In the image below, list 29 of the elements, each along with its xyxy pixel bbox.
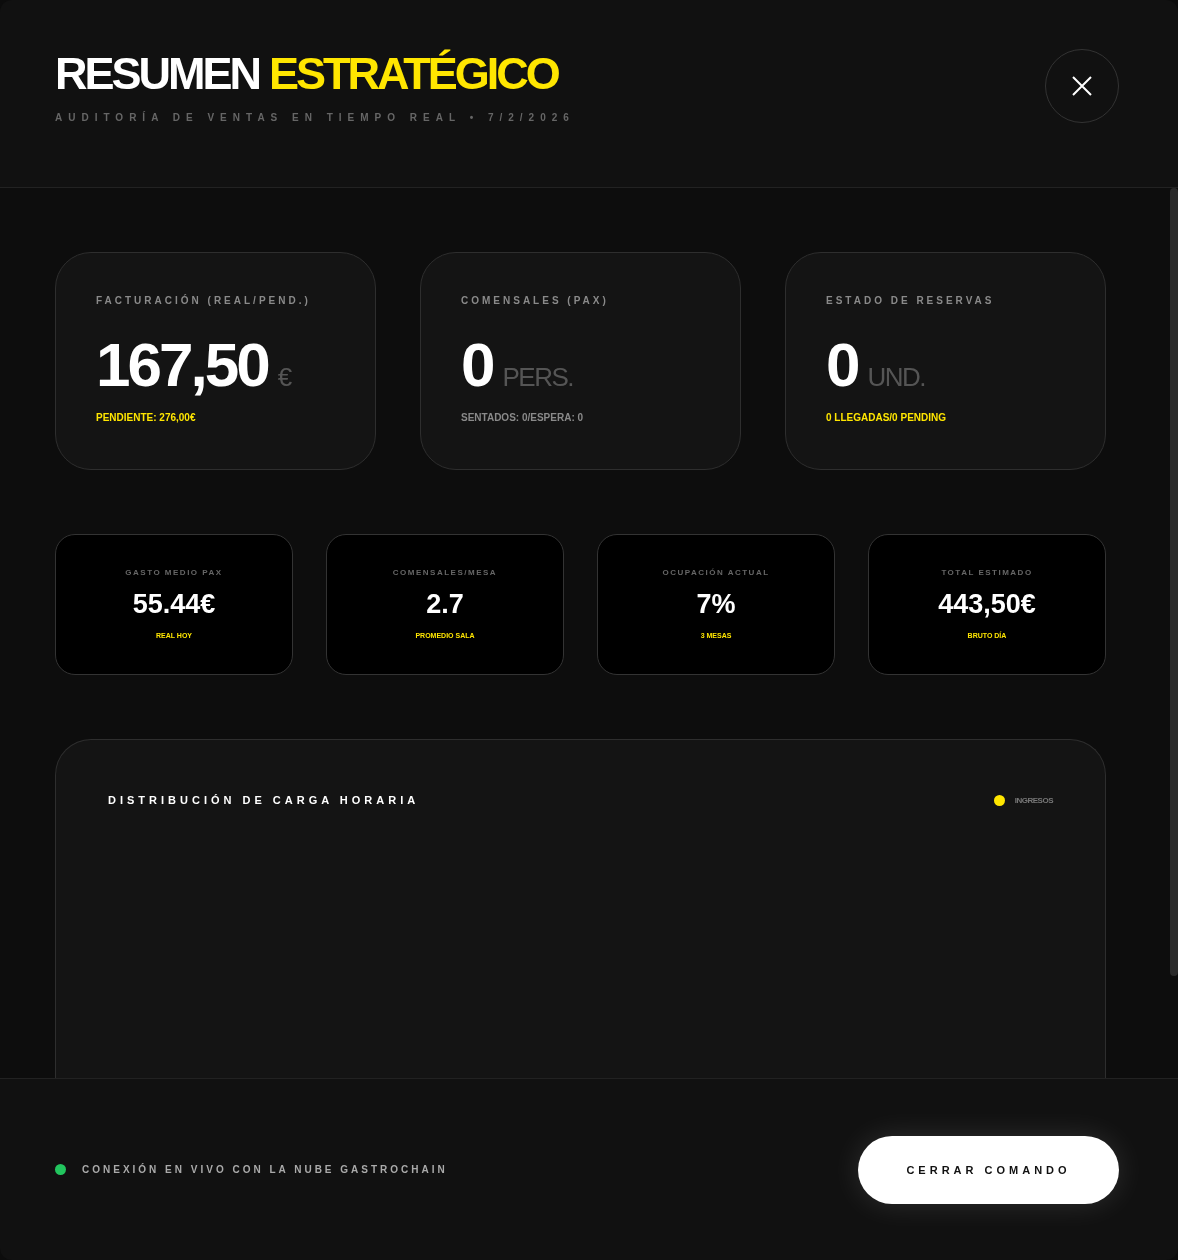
title-accent: ESTRATÉGICO: [269, 47, 558, 101]
subtitle: AUDITORÍA DE VENTAS EN TIEMPO REAL • 7/2/2026: [55, 112, 575, 123]
close-icon: [1072, 76, 1092, 96]
connection-status: CONEXIÓN EN VIVO CON LA NUBE GASTROCHAIN: [82, 1164, 448, 1175]
title: RESUMEN: [55, 47, 260, 101]
kpi-note: SENTADOS: 0/ESPERA: 0: [461, 412, 585, 423]
kpi-value: 167,50: [96, 336, 268, 394]
kpi-value: 0: [826, 336, 858, 394]
kpi-label: ESTADO DE RESERVAS: [826, 295, 996, 306]
metric-label: COMENSALES/MESA: [392, 568, 498, 577]
legend-label: INGRESOS: [1014, 795, 1053, 805]
close-command-button[interactable]: CERRAR COMANDO: [858, 1135, 1119, 1204]
metric-label: OCUPACIÓN ACTUAL: [662, 568, 770, 577]
kpi-note: PENDIENTE: 276,00€: [96, 412, 197, 423]
metric-label: GASTO MEDIO PAX: [125, 568, 223, 577]
kpi-value: 0: [461, 336, 493, 394]
kpi-note: 0 LLEGADAS/0 PENDING: [826, 412, 948, 423]
scrollbar-thumb[interactable]: [1170, 188, 1178, 976]
kpi-unit: PERS.: [502, 361, 573, 394]
metric-value: 2.7: [426, 589, 464, 620]
kpi-unit: €: [277, 361, 291, 394]
metric-value: 55.44€: [132, 589, 216, 620]
metric-value: 443,50€: [938, 589, 1036, 620]
chart-title: DISTRIBUCIÓN DE CARGA HORARIA: [108, 794, 420, 806]
metric-label: TOTAL ESTIMADO: [941, 568, 1033, 577]
metric-value: 7%: [696, 589, 736, 620]
kpi-label: FACTURACIÓN (REAL/PEND.): [96, 295, 312, 306]
kpi-unit: UND.: [867, 361, 926, 394]
kpi-label: COMENSALES (PAX): [461, 295, 610, 306]
